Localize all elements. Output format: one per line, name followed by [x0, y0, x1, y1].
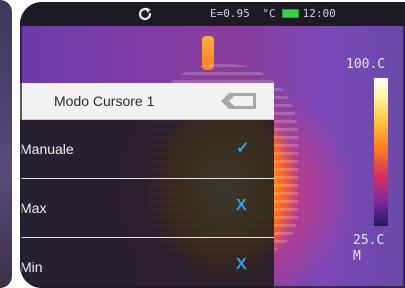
cross-icon: X	[236, 197, 247, 214]
refresh-icon[interactable]	[136, 5, 154, 23]
temperature-unit: °C	[262, 7, 276, 20]
status-bar: E=0.95 °C 12:00	[20, 2, 405, 26]
adjacent-device-edge	[0, 0, 12, 288]
checkmark-icon: ✓	[236, 140, 250, 157]
menu-item-min[interactable]: Min X	[20, 238, 274, 288]
palette-mode-label: M	[353, 249, 361, 264]
thermal-camera-screen: E=0.95 °C 12:00 100.C 25.C M Modo Cursore…	[20, 2, 405, 288]
menu-item-manuale[interactable]: Manuale ✓	[20, 120, 274, 179]
clock-time: 12:00	[302, 7, 336, 20]
color-palette-bar	[374, 78, 388, 226]
palette-max-label: 100.C	[346, 57, 386, 72]
menu-item-label: Min	[20, 259, 43, 275]
cross-icon: X	[236, 256, 247, 273]
cursor-menu-header: Modo Cursore 1	[20, 83, 274, 120]
menu-item-label: Max	[20, 200, 47, 216]
palette-min-block: 25.C M	[353, 233, 384, 265]
back-key-icon[interactable]	[220, 92, 258, 110]
menu-item-label: Manuale	[20, 141, 74, 157]
battery-icon	[281, 8, 299, 18]
status-readout: E=0.95 °C 12:00	[210, 7, 342, 20]
emissivity-value: E=0.95	[210, 7, 250, 20]
menu-item-max[interactable]: Max X	[20, 179, 274, 238]
palette-min-label: 25.C	[353, 233, 385, 248]
cursor-menu-title: Modo Cursore 1	[54, 93, 155, 109]
